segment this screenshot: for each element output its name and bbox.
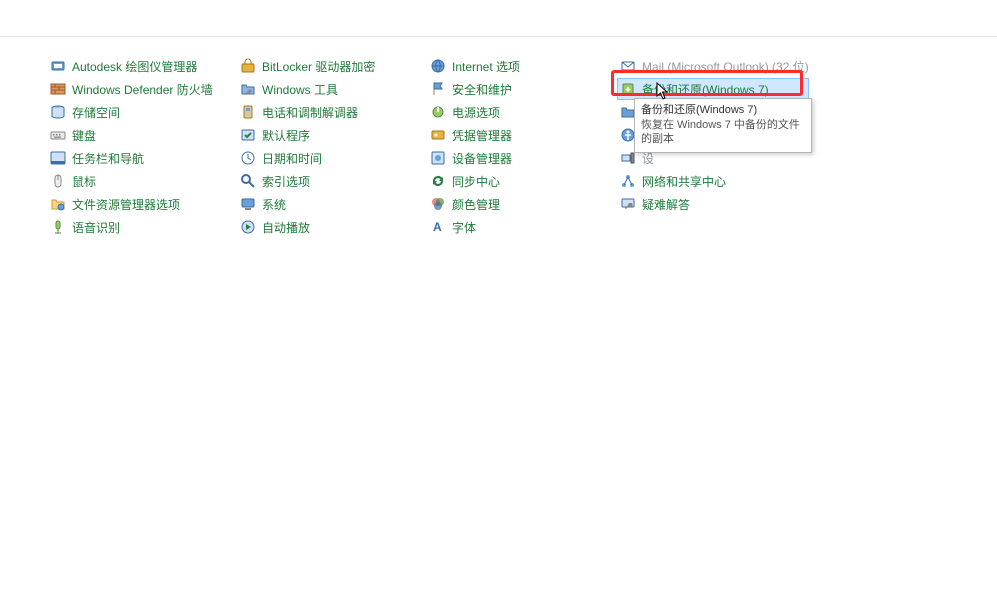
cpl-item-windows-defender-firewall[interactable]: Windows Defender 防火墙	[48, 79, 238, 99]
cpl-item-label: 疑难解答	[642, 196, 690, 213]
cpl-item-label: 索引选项	[262, 173, 310, 190]
cpl-item-date-time[interactable]: 日期和时间	[238, 148, 428, 168]
cpl-item-label: 系统	[262, 196, 286, 213]
cpl-item-label: 默认程序	[262, 127, 310, 144]
tooltip: 备份和还原(Windows 7) 恢复在 Windows 7 中备份的文件的副本	[634, 98, 812, 153]
taskbar-icon	[50, 150, 66, 166]
sync-icon	[430, 173, 446, 189]
cpl-item-label: 同步中心	[452, 173, 500, 190]
cpl-item-label: 安全和维护	[452, 81, 512, 98]
column-2: BitLocker 驱动器加密 Windows 工具电话和调制解调器默认程序日期和…	[238, 56, 428, 237]
cpl-item-windows-tools[interactable]: Windows 工具	[238, 79, 428, 99]
cpl-item-storage-spaces[interactable]: 存储空间	[48, 102, 238, 122]
cpl-item-label: 电源选项	[452, 104, 500, 121]
cpl-item-label: 颜色管理	[452, 196, 500, 213]
cpl-item-power-options[interactable]: 电源选项	[428, 102, 618, 122]
cpl-item-internet-options[interactable]: Internet 选项	[428, 56, 618, 76]
network-icon	[620, 173, 636, 189]
cpl-item-label: 自动播放	[262, 219, 310, 236]
cpl-item-keyboard[interactable]: 键盘	[48, 125, 238, 145]
flag-icon	[430, 81, 446, 97]
cpl-item-label: 日期和时间	[262, 150, 322, 167]
phone-icon	[240, 104, 256, 120]
troubleshoot-icon	[620, 196, 636, 212]
cpl-item-mail[interactable]: Mail (Microsoft Outlook) (32 位)	[618, 56, 808, 76]
cpl-item-device-manager[interactable]: 设备管理器	[428, 148, 618, 168]
cpl-item-label: 鼠标	[72, 173, 96, 190]
cpl-item-network-sharing[interactable]: 网络和共享中心	[618, 171, 808, 191]
cpl-item-mouse[interactable]: 鼠标	[48, 171, 238, 191]
autoplay-icon	[240, 219, 256, 235]
index-icon	[240, 173, 256, 189]
cpl-item-file-explorer-options[interactable]: 文件资源管理器选项	[48, 194, 238, 214]
cpl-item-label: 键盘	[72, 127, 96, 144]
mouse-icon	[50, 173, 66, 189]
cpl-item-sync-center[interactable]: 同步中心	[428, 171, 618, 191]
cpl-item-label: Autodesk 绘图仪管理器	[72, 58, 197, 75]
cpl-item-label: BitLocker 驱动器加密	[262, 58, 375, 75]
cpl-item-autodesk-plotter-manager[interactable]: Autodesk 绘图仪管理器	[48, 56, 238, 76]
tooltip-title: 备份和还原(Windows 7)	[641, 103, 805, 117]
cpl-item-label: 设备管理器	[452, 150, 512, 167]
cpl-item-speech-recognition[interactable]: 语音识别	[48, 217, 238, 237]
speech-icon	[50, 219, 66, 235]
mail-icon	[620, 58, 636, 74]
cpl-item-label: Windows Defender 防火墙	[72, 81, 213, 98]
cpl-item-label: 备份和还原(Windows 7)	[642, 81, 769, 98]
cpl-item-security-maintenance[interactable]: 安全和维护	[428, 79, 618, 99]
column-1: Autodesk 绘图仪管理器 Windows Defender 防火墙存储空间键…	[48, 56, 238, 237]
cpl-item-credential-manager[interactable]: 凭据管理器	[428, 125, 618, 145]
cpl-item-label: 电话和调制解调器	[262, 104, 358, 121]
firewall-icon	[50, 81, 66, 97]
cpl-item-autoplay[interactable]: 自动播放	[238, 217, 428, 237]
system-icon	[240, 196, 256, 212]
cpl-item-default-programs[interactable]: 默认程序	[238, 125, 428, 145]
cpl-item-label: 字体	[452, 219, 476, 236]
cpl-item-color-management[interactable]: 颜色管理	[428, 194, 618, 214]
color-icon	[430, 196, 446, 212]
defaults-icon	[240, 127, 256, 143]
tools-icon	[240, 81, 256, 97]
cpl-item-label: Internet 选项	[452, 58, 520, 75]
cpl-item-system[interactable]: 系统	[238, 194, 428, 214]
cpl-item-label: Windows 工具	[262, 81, 338, 98]
cpl-item-backup-restore[interactable]: 备份和还原(Windows 7)	[618, 79, 808, 99]
cpl-item-fonts[interactable]: A 字体	[428, 217, 618, 237]
device-mgr-icon	[430, 150, 446, 166]
cpl-item-indexing-options[interactable]: 索引选项	[238, 171, 428, 191]
cpl-item-label: Mail (Microsoft Outlook) (32 位)	[642, 58, 809, 75]
column-3: Internet 选项安全和维护电源选项凭据管理器设备管理器同步中心颜色管理 A字…	[428, 56, 618, 237]
cpl-item-label: 任务栏和导航	[72, 150, 144, 167]
folder-options-icon	[50, 196, 66, 212]
power-icon	[430, 104, 446, 120]
internet-icon	[430, 58, 446, 74]
cpl-item-bitlocker[interactable]: BitLocker 驱动器加密	[238, 56, 428, 76]
svg-text:A: A	[433, 220, 442, 234]
cpl-item-taskbar-navigation[interactable]: 任务栏和导航	[48, 148, 238, 168]
cpl-item-label: 文件资源管理器选项	[72, 196, 180, 213]
control-panel-icon-view: Autodesk 绘图仪管理器 Windows Defender 防火墙存储空间键…	[48, 56, 997, 237]
cpl-item-phone-modem[interactable]: 电话和调制解调器	[238, 102, 428, 122]
cpl-item-label: 存储空间	[72, 104, 120, 121]
cpl-item-label: 凭据管理器	[452, 127, 512, 144]
keyboard-icon	[50, 127, 66, 143]
cpl-item-label: 网络和共享中心	[642, 173, 726, 190]
cpl-item-label: 语音识别	[72, 219, 120, 236]
plotter-icon	[50, 58, 66, 74]
font-icon: A	[430, 219, 446, 235]
tooltip-body: 恢复在 Windows 7 中备份的文件的副本	[641, 118, 805, 146]
bitlocker-icon	[240, 58, 256, 74]
credential-icon	[430, 127, 446, 143]
top-divider	[0, 36, 997, 37]
cpl-item-troubleshoot[interactable]: 疑难解答	[618, 194, 808, 214]
backup-icon	[620, 81, 636, 97]
clock-icon	[240, 150, 256, 166]
storage-icon	[50, 104, 66, 120]
